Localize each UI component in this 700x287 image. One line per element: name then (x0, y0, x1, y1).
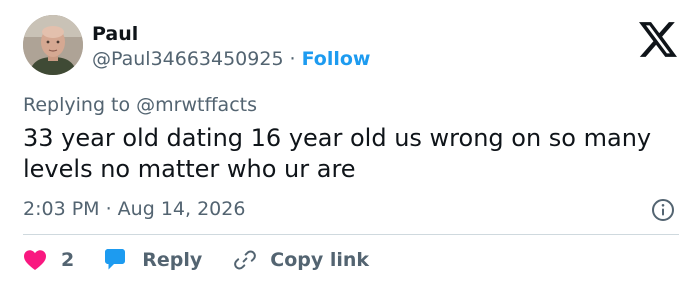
replying-to: Replying to @mrwtffacts (23, 92, 257, 118)
author-name[interactable]: Paul (92, 22, 138, 46)
reply-label: Reply (142, 249, 203, 271)
info-icon[interactable] (651, 198, 675, 222)
divider (23, 234, 679, 235)
speech-bubble-icon (105, 249, 126, 270)
like-button[interactable]: 2 (23, 249, 102, 271)
x-logo-icon[interactable] (639, 22, 677, 57)
reply-mention-link[interactable]: @mrwtffacts (136, 94, 257, 116)
replying-prefix: Replying to (23, 94, 137, 116)
separator-dot: · (289, 48, 296, 70)
copy-link-button[interactable]: Copy link (232, 248, 369, 272)
tweet-timestamp[interactable]: 2:03 PM · Aug 14, 2026 (23, 196, 245, 222)
tweet-text: 33 year old dating 16 year old us wrong … (23, 124, 652, 183)
like-count: 2 (61, 249, 75, 271)
author-handle[interactable]: @Paul34663450925 (92, 48, 284, 70)
tweet-card: Paul @Paul34663450925 · Follow Replying to… (0, 0, 700, 287)
copy-link-label: Copy link (270, 249, 370, 271)
avatar-photo (23, 15, 83, 75)
avatar[interactable] (23, 15, 83, 75)
heart-icon (24, 250, 46, 270)
reply-button[interactable]: Reply (102, 248, 232, 272)
link-icon (234, 250, 257, 270)
follow-button[interactable]: Follow (302, 48, 371, 70)
author-handle-row: @Paul34663450925 · Follow (92, 47, 371, 71)
action-bar: 2 Reply Copy link (23, 245, 369, 275)
